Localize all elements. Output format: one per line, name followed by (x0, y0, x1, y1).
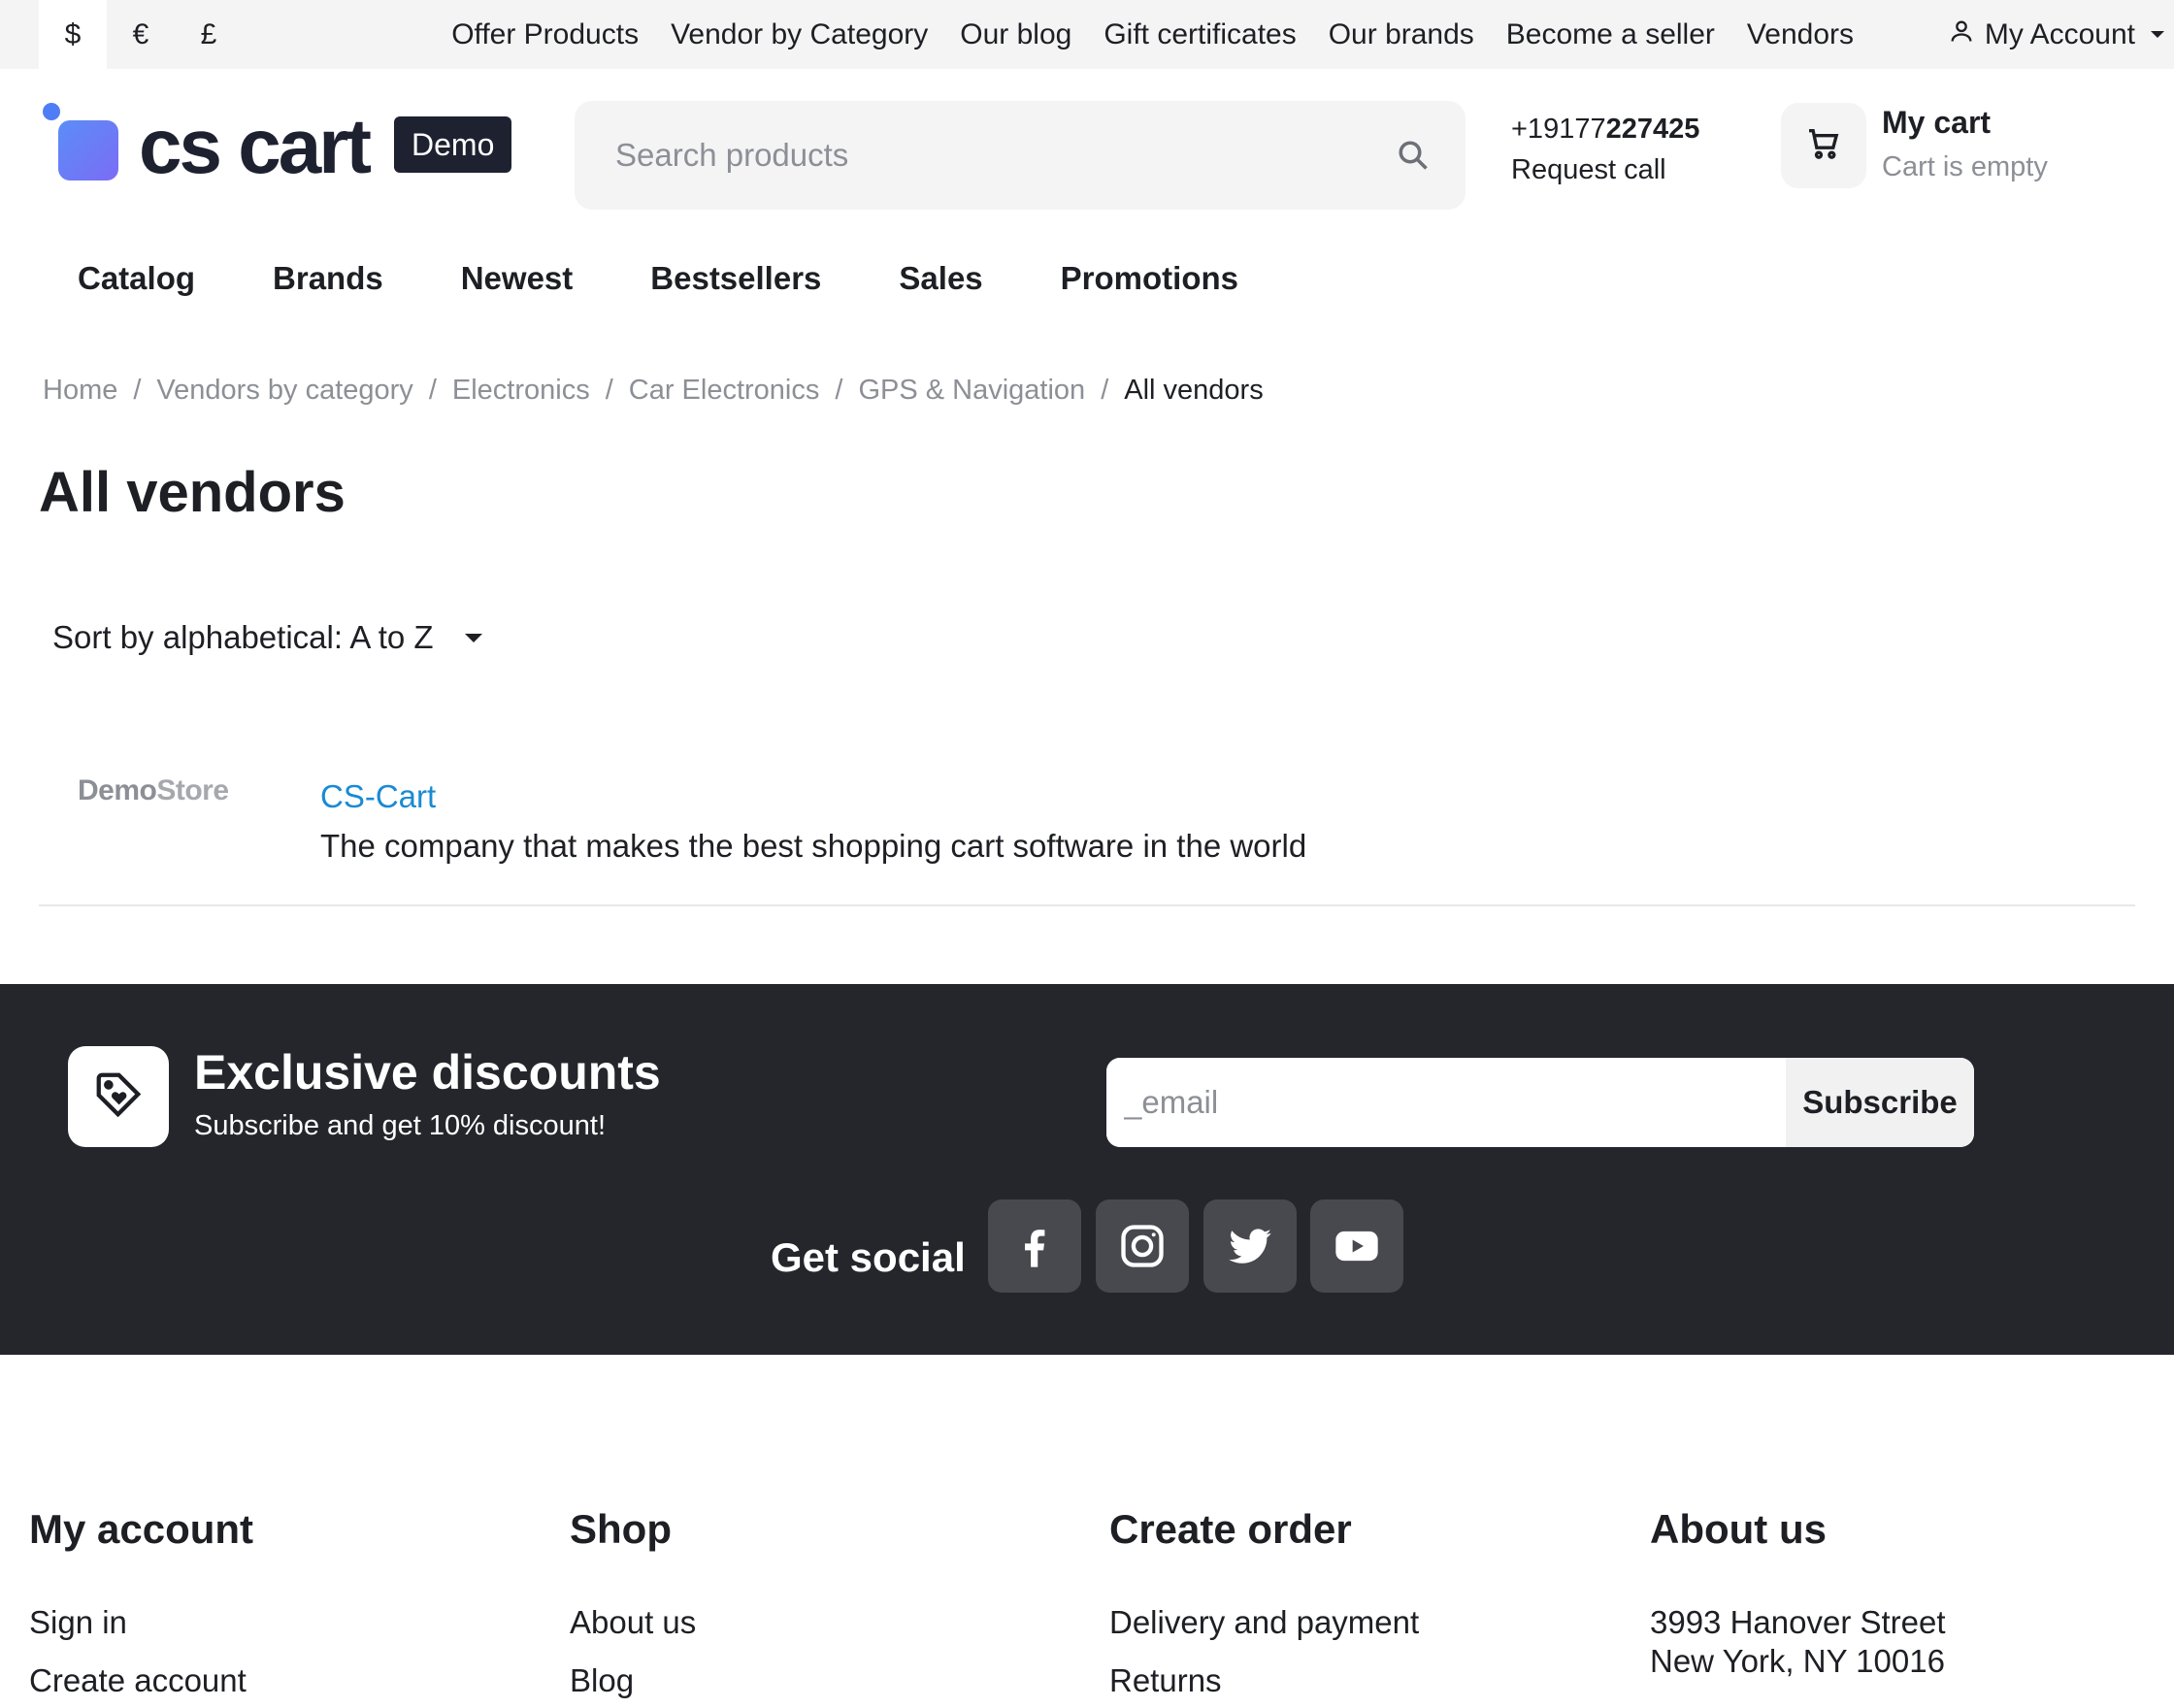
footer-link-delivery-payment[interactable]: Delivery and payment (1109, 1603, 1419, 1642)
nav-promotions[interactable]: Promotions (1061, 260, 1238, 297)
site-logo[interactable]: cs cart Demo (39, 101, 544, 189)
twitter-icon[interactable] (1203, 1199, 1297, 1293)
breadcrumb-electronics[interactable]: Electronics (452, 375, 590, 407)
my-account-menu[interactable]: My Account (1948, 0, 2164, 69)
top-link-vendors[interactable]: Vendors (1747, 18, 1854, 51)
footer-address-line-1: 3993 Hanover Street (1650, 1604, 1946, 1640)
nav-catalog[interactable]: Catalog (78, 260, 195, 297)
top-link-gift-certificates[interactable]: Gift certificates (1103, 18, 1296, 51)
cart-icon (1804, 124, 1843, 168)
chevron-down-icon (2151, 31, 2164, 38)
facebook-icon[interactable] (988, 1199, 1081, 1293)
sort-dropdown[interactable]: Sort by alphabetical: A to Z (52, 619, 482, 656)
vendor-description: The company that makes the best shopping… (320, 828, 1307, 864)
currency-eur[interactable]: € (107, 0, 175, 69)
nav-newest[interactable]: Newest (461, 260, 574, 297)
list-divider (39, 904, 2135, 906)
breadcrumb-separator: / (428, 375, 437, 406)
breadcrumb-current: All vendors (1124, 375, 1264, 406)
nav-brands[interactable]: Brands (273, 260, 383, 297)
logo-square (58, 120, 118, 181)
discount-tag-icon-box (68, 1046, 169, 1147)
top-link-our-brands[interactable]: Our brands (1329, 18, 1474, 51)
vendor-logo-text: Demo (78, 774, 157, 806)
footer-address-line-2: New York, NY 10016 (1650, 1643, 1945, 1679)
footer-link-returns[interactable]: Returns (1109, 1661, 1419, 1700)
footer-heading-create-order: Create order (1109, 1506, 1352, 1552)
footer-link-about-us[interactable]: About us (570, 1603, 696, 1642)
chevron-down-icon (464, 633, 482, 642)
cart-status: Cart is empty (1882, 151, 2048, 182)
top-link-offer-products[interactable]: Offer Products (451, 18, 639, 51)
user-icon (1948, 17, 1975, 52)
top-link-become-seller[interactable]: Become a seller (1506, 18, 1715, 51)
subscribe-button[interactable]: Subscribe (1786, 1058, 1974, 1147)
email-field[interactable] (1106, 1058, 1786, 1147)
footer-heading-my-account: My account (29, 1506, 254, 1552)
footer-link-create-account[interactable]: Create account (29, 1661, 253, 1700)
request-call-link[interactable]: Request call (1511, 149, 1699, 190)
phone-suffix: 227425 (1605, 114, 1700, 145)
main-navigation: Catalog Brands Newest Bestsellers Sales … (78, 260, 1238, 297)
footer-col-about-us: About us 3993 Hanover Street New York, N… (1650, 1506, 1946, 1681)
phone-prefix: +19177 (1511, 114, 1606, 145)
footer-col-shop: Shop About us Blog (570, 1506, 696, 1708)
promo-title: Exclusive discounts (194, 1045, 661, 1100)
top-link-blog[interactable]: Our blog (960, 18, 1071, 51)
footer-link-sign-in[interactable]: Sign in (29, 1603, 253, 1642)
currency-gbp[interactable]: £ (175, 0, 243, 69)
footer-heading-shop: Shop (570, 1506, 672, 1552)
breadcrumb-separator: / (1101, 375, 1109, 406)
top-link-vendor-by-category[interactable]: Vendor by Category (671, 18, 928, 51)
nav-bestsellers[interactable]: Bestsellers (650, 260, 821, 297)
subscribe-form: Subscribe (1106, 1058, 1974, 1147)
logo-text: cs cart (139, 103, 372, 189)
search-input[interactable] (575, 101, 1390, 210)
breadcrumb-car-electronics[interactable]: Car Electronics (629, 375, 820, 407)
vendor-name-link[interactable]: CS-Cart (320, 778, 436, 815)
top-links: Offer Products Vendor by Category Our bl… (451, 0, 1854, 69)
top-bar: $ € £ Offer Products Vendor by Category … (0, 0, 2174, 69)
footer-link-blog[interactable]: Blog (570, 1661, 696, 1700)
breadcrumb-gps-navigation[interactable]: GPS & Navigation (858, 375, 1085, 407)
subscribe-band: Exclusive discounts Subscribe and get 10… (0, 984, 2174, 1355)
breadcrumb-separator: / (133, 375, 142, 406)
social-label: Get social (771, 1234, 966, 1280)
footer-heading-about-us: About us (1650, 1506, 1827, 1552)
page-title: All vendors (39, 461, 346, 524)
breadcrumb-separator: / (605, 375, 613, 406)
footer-col-my-account: My account Sign in Create account (29, 1506, 253, 1708)
footer-col-create-order: Create order Delivery and payment Return… (1109, 1506, 1419, 1708)
breadcrumb-vendors-by-category[interactable]: Vendors by category (156, 375, 412, 407)
instagram-icon[interactable] (1096, 1199, 1189, 1293)
sort-label: Sort by alphabetical: A to Z (52, 619, 434, 655)
search-icon[interactable] (1396, 138, 1431, 173)
tag-heart-icon (92, 1068, 145, 1126)
logo-demo-badge: Demo (394, 116, 512, 173)
logo-dot (43, 103, 60, 120)
youtube-icon[interactable] (1310, 1199, 1403, 1293)
search-box (575, 101, 1466, 210)
cart-title[interactable]: My cart (1882, 105, 1991, 141)
my-account-label: My Account (1984, 17, 2135, 50)
phone-number[interactable]: +19177227425 (1511, 109, 1699, 149)
vendor-logo[interactable]: DemoStore (78, 774, 229, 807)
nav-sales[interactable]: Sales (899, 260, 982, 297)
currency-usd[interactable]: $ (39, 0, 107, 69)
promo-subtitle: Subscribe and get 10% discount! (194, 1110, 606, 1141)
cart-button[interactable] (1781, 103, 1866, 188)
breadcrumb: Home / Vendors by category / Electronics / … (43, 375, 1264, 407)
breadcrumb-home[interactable]: Home (43, 375, 117, 407)
vendor-logo-text-light: Store (156, 774, 229, 806)
breadcrumb-separator: / (835, 375, 843, 406)
phone-block: +19177227425 Request call (1511, 109, 1699, 190)
